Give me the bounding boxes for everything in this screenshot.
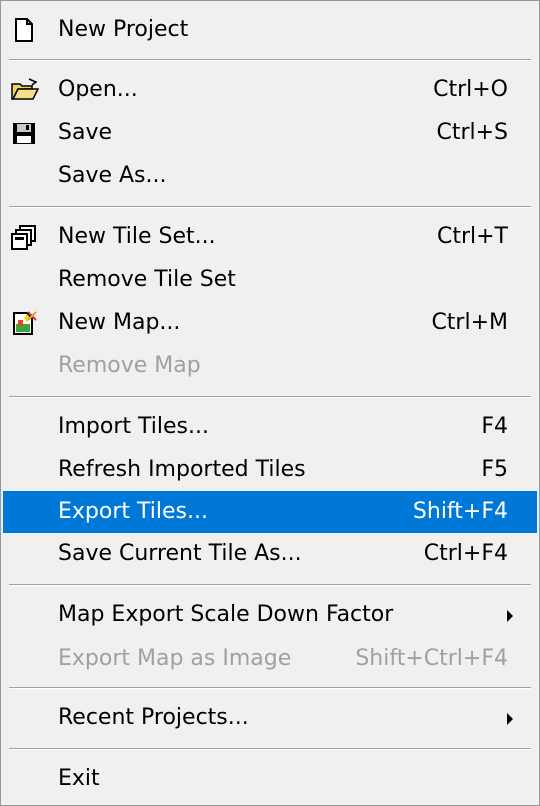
menu-item-shortcut: F4 bbox=[481, 414, 508, 439]
new-map-icon bbox=[11, 310, 37, 336]
submenu-arrow-icon bbox=[507, 610, 513, 622]
menu-separator bbox=[9, 396, 531, 398]
menu-item-shortcut: Ctrl+S bbox=[436, 120, 508, 145]
menu-item-new-project[interactable]: New Project bbox=[3, 9, 537, 51]
open-folder-icon bbox=[11, 77, 40, 103]
menu-item-remove-tile-set[interactable]: Remove Tile Set bbox=[3, 259, 537, 301]
menu-item-label: Save bbox=[58, 120, 113, 145]
menu-item-label: Remove Tile Set bbox=[58, 267, 236, 292]
menu-item-refresh-imported-tiles[interactable]: Refresh Imported Tiles F5 bbox=[3, 449, 537, 491]
menu-item-exit[interactable]: Exit bbox=[3, 758, 537, 800]
menu-item-new-tile-set[interactable]: New Tile Set... Ctrl+T bbox=[3, 216, 537, 258]
menu-item-shortcut: Shift+Ctrl+F4 bbox=[355, 646, 508, 671]
menu-item-label: New Tile Set... bbox=[58, 224, 216, 249]
menu-item-label: Export Tiles... bbox=[58, 499, 208, 524]
menu-item-label: Remove Map bbox=[58, 353, 201, 378]
menu-item-open[interactable]: Open... Ctrl+O bbox=[3, 69, 537, 111]
menu-item-new-map[interactable]: New Map... Ctrl+M bbox=[3, 302, 537, 344]
menu-item-remove-map[interactable]: Remove Map bbox=[3, 345, 537, 387]
menu-item-label: Import Tiles... bbox=[58, 414, 209, 439]
menu-item-shortcut: Ctrl+O bbox=[433, 77, 508, 102]
menu-item-export-map-as-image[interactable]: Export Map as Image Shift+Ctrl+F4 bbox=[3, 638, 537, 680]
menu-item-label: Export Map as Image bbox=[58, 646, 292, 671]
menu-separator bbox=[9, 687, 531, 689]
menu-separator bbox=[9, 206, 531, 208]
menu-item-label: New Project bbox=[58, 17, 189, 42]
menu-item-label: Recent Projects... bbox=[58, 705, 249, 730]
menu-item-save[interactable]: Save Ctrl+S bbox=[3, 112, 537, 154]
menu-item-import-tiles[interactable]: Import Tiles... F4 bbox=[3, 406, 537, 448]
menu-separator bbox=[9, 59, 531, 61]
menu-item-export-tiles[interactable]: Export Tiles... Shift+F4 bbox=[3, 491, 537, 533]
menu-item-label: New Map... bbox=[58, 310, 181, 335]
menu-separator bbox=[9, 748, 531, 750]
submenu-arrow-icon bbox=[507, 713, 513, 725]
menu-item-shortcut: Ctrl+F4 bbox=[423, 541, 508, 566]
menu-item-label: Save Current Tile As... bbox=[58, 541, 302, 566]
menu-item-shortcut: Ctrl+M bbox=[431, 310, 508, 335]
menu-item-shortcut: Shift+F4 bbox=[412, 499, 508, 524]
menu-item-label: Save As... bbox=[58, 163, 167, 188]
floppy-disk-icon bbox=[11, 120, 37, 146]
tile-set-icon bbox=[11, 224, 37, 250]
new-document-icon bbox=[11, 17, 37, 43]
menu-item-save-current-tile-as[interactable]: Save Current Tile As... Ctrl+F4 bbox=[3, 533, 537, 575]
menu-item-label: Exit bbox=[58, 766, 100, 791]
menu-item-shortcut: Ctrl+T bbox=[436, 224, 508, 249]
menu-separator bbox=[9, 584, 531, 586]
menu-item-label: Map Export Scale Down Factor bbox=[58, 602, 394, 627]
menu-item-map-export-scale-down-factor[interactable]: Map Export Scale Down Factor bbox=[3, 594, 537, 636]
menu-item-label: Refresh Imported Tiles bbox=[58, 457, 306, 482]
menu-item-save-as[interactable]: Save As... bbox=[3, 155, 537, 197]
file-menu: New Project Open... Ctrl+O Save Ctrl+S S… bbox=[0, 0, 540, 806]
menu-item-shortcut: F5 bbox=[481, 457, 508, 482]
menu-item-recent-projects[interactable]: Recent Projects... bbox=[3, 697, 537, 739]
menu-item-label: Open... bbox=[58, 77, 138, 102]
